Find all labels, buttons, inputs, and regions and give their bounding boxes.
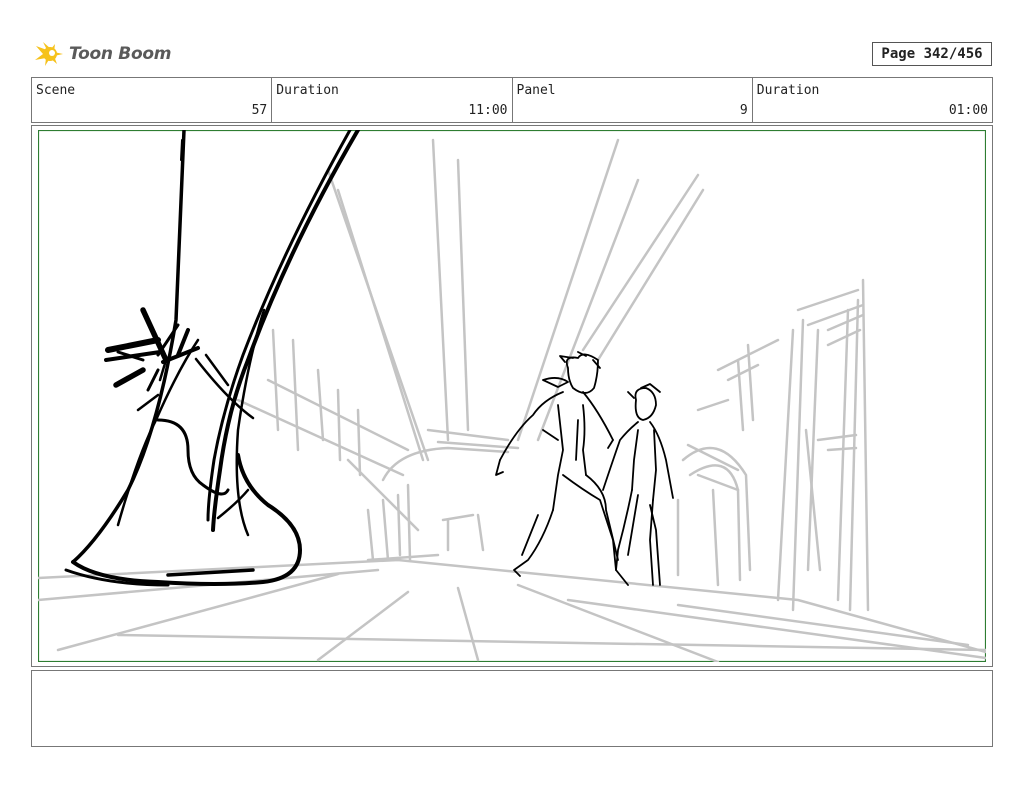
panel-duration-label: Duration: [756, 83, 820, 98]
scene-duration-label: Duration: [276, 83, 339, 98]
panel-value: 9: [739, 103, 748, 118]
panel-notes: [31, 670, 993, 747]
scene-cell: Scene 57: [32, 78, 273, 122]
toon-boom-logo: Toon Boom: [33, 38, 171, 70]
toon-boom-burst-icon: [35, 42, 63, 66]
panel-label: Panel: [516, 83, 556, 98]
panel-frame: [31, 125, 993, 667]
scene-value: 57: [251, 103, 268, 118]
scene-duration-value: 11:00: [468, 103, 508, 118]
panel-cell: Panel 9: [513, 78, 753, 122]
brand-name: Toon Boom: [69, 44, 172, 64]
panel-sketch: [38, 130, 986, 662]
scene-duration-cell: Duration 11:00: [272, 78, 513, 122]
storyboard-info-table: Scene 57 Duration 11:00 Panel 9 Duration…: [31, 77, 993, 123]
panel-duration-value: 01:00: [948, 103, 988, 118]
panel-duration-cell: Duration 01:00: [753, 78, 992, 122]
scene-label: Scene: [36, 83, 76, 98]
page-number: Page 342/456: [872, 42, 992, 66]
